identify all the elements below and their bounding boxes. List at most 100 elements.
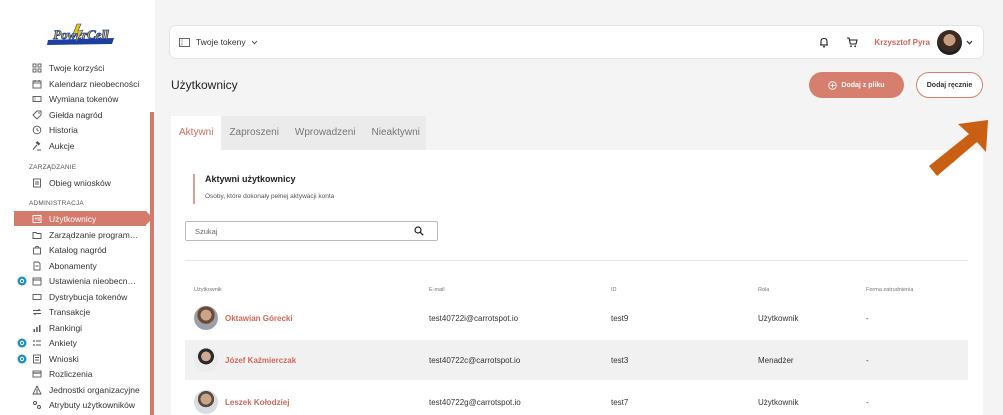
- section-label-admin: ADMINISTRACJA: [29, 200, 84, 207]
- sidebar-item-wymiana-tokenow[interactable]: Wymiana tokenów: [14, 91, 146, 106]
- section-subtitle: Osoby, które dokonały pełnej aktywacji k…: [205, 193, 335, 200]
- add-from-file-button[interactable]: Dodaj z pliku: [809, 72, 904, 98]
- history-icon: [32, 125, 42, 135]
- sidebar-item-obieg-wnioskow[interactable]: Obieg wniosków: [14, 175, 146, 190]
- tab-zaproszeni[interactable]: Zaproszeni: [221, 116, 286, 150]
- cart-icon[interactable]: [846, 36, 859, 48]
- section-title: Aktywni użytkownicy: [205, 174, 296, 184]
- ticket-icon: [32, 94, 42, 104]
- ticket-icon: [179, 37, 190, 47]
- sidebar-item-rankingi[interactable]: Rankingi: [14, 320, 146, 335]
- sidebar-item-transakcje[interactable]: Transakcje: [14, 304, 146, 319]
- hierarchy-icon: [32, 384, 42, 395]
- sidebar-item-label: Dystrybucja tokenów: [49, 291, 128, 302]
- section-header: Aktywni użytkownicy Osoby, które dokonał…: [193, 174, 334, 204]
- sidebar-item-label: Użytkownicy: [49, 213, 97, 224]
- search-icon[interactable]: [414, 226, 424, 236]
- annotation-arrow-icon: [929, 120, 988, 176]
- form-icon: [32, 354, 42, 364]
- table-row[interactable]: Józef Kaźmierczak test40722c@carrotspot.…: [185, 340, 968, 380]
- bar-chart-icon: [32, 323, 42, 333]
- sidebar-item-label: Zarządzanie program…: [49, 229, 139, 240]
- add-manually-label: Dodaj ręcznie: [926, 81, 973, 89]
- column-header-id[interactable]: ID: [611, 287, 617, 293]
- calendar-icon: [32, 79, 42, 89]
- avatar: [194, 348, 218, 372]
- sidebar-item-wnioski[interactable]: Wnioski: [14, 351, 146, 366]
- user-name-link[interactable]: Józef Kaźmierczak: [225, 356, 296, 365]
- column-header-role[interactable]: Rola: [758, 287, 769, 293]
- user-name-link[interactable]: Oktawian Górecki: [225, 314, 293, 323]
- sidebar-item-jednostki[interactable]: Jednostki organizacyjne: [14, 382, 146, 397]
- employment-cell: -: [866, 314, 869, 323]
- app-window: PowerCell Twoje korzyści Kalendarz nieob…: [0, 0, 1003, 415]
- avatar: [194, 306, 218, 330]
- email-cell: test40722g@carrotspot.io: [429, 398, 521, 407]
- email-cell: test40722c@carrotspot.io: [429, 356, 521, 365]
- bell-icon[interactable]: [818, 36, 830, 48]
- sidebar-item-label: Transakcje: [49, 306, 91, 317]
- tab-wprowadzeni[interactable]: Wprowadzeni: [287, 116, 364, 150]
- sidebar-item-label: Rozliczenia: [49, 368, 93, 379]
- attributes-icon: [32, 400, 42, 410]
- user-tabs: Aktywni Zaproszeni Wprowadzeni Nieaktywn…: [171, 116, 426, 150]
- brand-logo[interactable]: PowerCell: [44, 22, 118, 48]
- sidebar-item-label: Obieg wniosków: [49, 177, 111, 188]
- column-header-email[interactable]: E-mail: [429, 287, 445, 293]
- user-name-link[interactable]: Leszek Kołodziej: [225, 398, 289, 407]
- user-avatar[interactable]: [937, 29, 962, 55]
- table-row[interactable]: Oktawian Górecki test40722i@carrotspot.i…: [185, 298, 968, 338]
- grid-icon: [32, 63, 42, 73]
- role-cell: Użytkownik: [758, 398, 799, 407]
- sidebar-item-label: Giełda nagród: [49, 109, 103, 120]
- role-cell: Menadżer: [758, 356, 794, 365]
- table-row[interactable]: Leszek Kołodziej test40722g@carrotspot.i…: [185, 382, 968, 415]
- email-cell: test40722i@carrotspot.io: [429, 314, 519, 323]
- add-manually-button[interactable]: Dodaj ręcznie: [916, 72, 983, 98]
- tab-aktywni[interactable]: Aktywni: [171, 116, 222, 150]
- id-cell: test7: [611, 398, 629, 407]
- sidebar-item-ustawienia-nieobecn[interactable]: Ustawienia nieobecn…: [14, 273, 146, 288]
- sidebar-item-uzytkownicy[interactable]: Użytkownicy: [14, 211, 153, 226]
- sidebar-item-label: Ankiety: [49, 337, 77, 348]
- tokens-dropdown[interactable]: Twoje tokeny: [179, 37, 264, 47]
- sidebar-item-aukcje[interactable]: Aukcje: [14, 138, 146, 153]
- tokens-label: Twoje tokeny: [196, 37, 246, 47]
- sidebar-item-zarzadzanie-program[interactable]: Zarządzanie program…: [14, 227, 146, 242]
- sidebar-item-label: Ustawienia nieobecn…: [49, 275, 136, 286]
- sidebar-item-dystrybucja-tokenow[interactable]: Dystrybucja tokenów: [14, 289, 146, 304]
- bag-icon: [32, 245, 42, 255]
- sidebar-item-label: Historia: [49, 124, 78, 135]
- folder-icon: [32, 230, 42, 240]
- column-header-employment[interactable]: Forma zatrudnienia: [866, 287, 913, 293]
- sidebar-item-rozliczenia[interactable]: Rozliczenia: [14, 366, 146, 381]
- sidebar-item-gielda-nagrod[interactable]: Giełda nagród: [14, 107, 146, 122]
- sidebar-item-label: Wnioski: [49, 353, 79, 364]
- top-right-area: Krzysztof Pyra: [818, 26, 973, 58]
- chevron-down-icon: [251, 40, 257, 45]
- avatar: [194, 390, 218, 414]
- tag-icon: [32, 110, 42, 120]
- sidebar-item-ankiety[interactable]: Ankiety: [14, 335, 146, 350]
- users-icon: [32, 214, 42, 224]
- sidebar-item-label: Atrybuty użytkowników: [49, 399, 135, 410]
- sidebar-item-historia[interactable]: Historia: [14, 122, 146, 137]
- search-input[interactable]: [195, 226, 414, 236]
- sidebar-item-atrybuty[interactable]: Atrybuty użytkowników: [14, 397, 146, 412]
- chevron-down-icon[interactable]: [966, 40, 973, 45]
- sidebar-item-abonamenty[interactable]: Abonamenty: [14, 258, 146, 273]
- plus-circle-icon: [828, 80, 838, 90]
- add-from-file-label: Dodaj z pliku: [841, 81, 885, 89]
- employment-cell: -: [866, 356, 869, 365]
- tab-nieaktywni[interactable]: Nieaktywni: [364, 116, 428, 150]
- sidebar-item-kalendarz[interactable]: Kalendarz nieobecności: [14, 76, 146, 91]
- sidebar-item-katalog-nagrod[interactable]: Katalog nagród: [14, 242, 146, 257]
- column-header-user[interactable]: Użytkownik: [194, 287, 222, 293]
- sidebar-item-label: Katalog nagród: [49, 244, 107, 255]
- user-name[interactable]: Krzysztof Pyra: [874, 38, 930, 47]
- sidebar-item-twoje-korzysci[interactable]: Twoje korzyści: [14, 60, 146, 75]
- sidebar-item-label: Kalendarz nieobecności: [49, 78, 140, 89]
- sidebar-item-label: Wymiana tokenów: [49, 93, 119, 104]
- employment-cell: -: [866, 398, 869, 407]
- sidebar-scrollbar[interactable]: [150, 112, 154, 415]
